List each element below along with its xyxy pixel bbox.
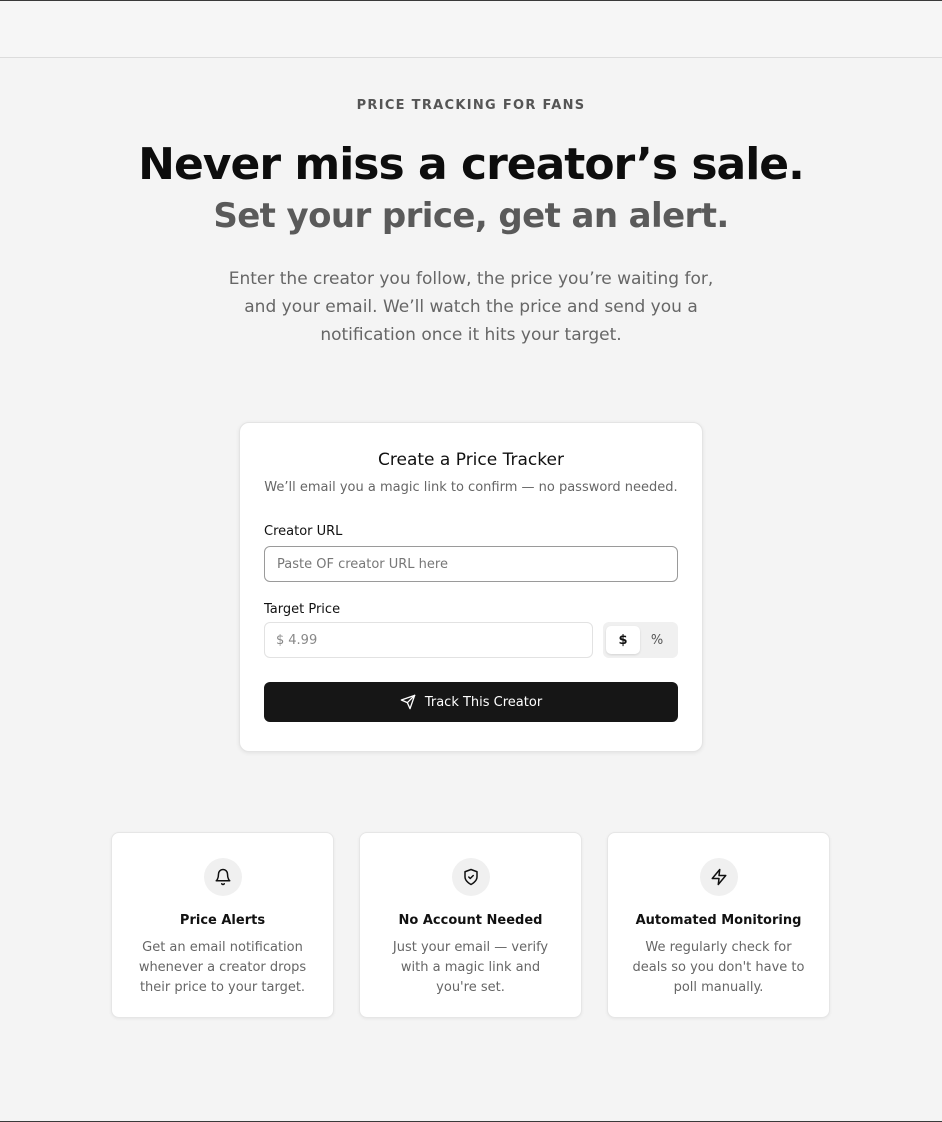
currency-symbol: $ [276, 632, 285, 648]
feature-icon-wrap [451, 858, 490, 896]
hero-intro: Enter the creator you follow, the price … [228, 269, 714, 345]
creator-url-input[interactable] [264, 546, 678, 582]
feature-description: Just your email — verify with a magic li… [392, 940, 549, 995]
unit-option-percent[interactable]: % [640, 626, 674, 654]
unit-option-dollar[interactable]: $ [606, 626, 640, 654]
hero-subheadline: Set your price, get an alert. [213, 196, 729, 236]
form-subtitle: We’ll email you a magic link to confirm … [264, 480, 678, 495]
feature-card-price-alerts: Price Alerts Get an email notification w… [111, 832, 334, 1018]
feature-description: We regularly check for deals so you don'… [632, 940, 805, 995]
feature-title: Price Alerts [179, 913, 266, 928]
lightning-icon [711, 868, 726, 886]
bell-icon [215, 868, 230, 886]
track-creator-button[interactable]: Track This Creator [264, 682, 678, 722]
hero-section: PRICE TRACKING FOR FANS Never miss a cre… [0, 98, 942, 349]
price-tracker-form-card: Create a Price Tracker We’ll email you a… [239, 422, 703, 752]
feature-card-automated-monitoring: Automated Monitoring We regularly check … [607, 832, 830, 1018]
feature-icon-wrap [699, 858, 738, 896]
feature-description: Get an email notification whenever a cre… [138, 940, 307, 995]
send-icon [400, 694, 416, 710]
target-price-label: Target Price [264, 602, 341, 617]
features-row: Price Alerts Get an email notification w… [111, 832, 830, 1018]
form-title: Create a Price Tracker [378, 450, 564, 470]
target-price-row: $ $ % [264, 622, 678, 658]
feature-icon-wrap [203, 858, 242, 896]
shield-check-icon [463, 868, 478, 886]
price-unit-toggle: $ % [603, 622, 678, 658]
top-bar [0, 1, 942, 58]
track-button-label: Track This Creator [424, 694, 543, 710]
feature-card-no-account: No Account Needed Just your email — veri… [359, 832, 582, 1018]
feature-title: Automated Monitoring [635, 913, 802, 928]
target-price-field[interactable]: $ [264, 622, 593, 658]
feature-title: No Account Needed [398, 913, 543, 928]
creator-url-label: Creator URL [264, 524, 343, 539]
target-price-input[interactable] [288, 632, 569, 648]
hero-eyebrow: PRICE TRACKING FOR FANS [356, 98, 586, 113]
hero-headline: Never miss a creator’s sale. [138, 139, 805, 190]
